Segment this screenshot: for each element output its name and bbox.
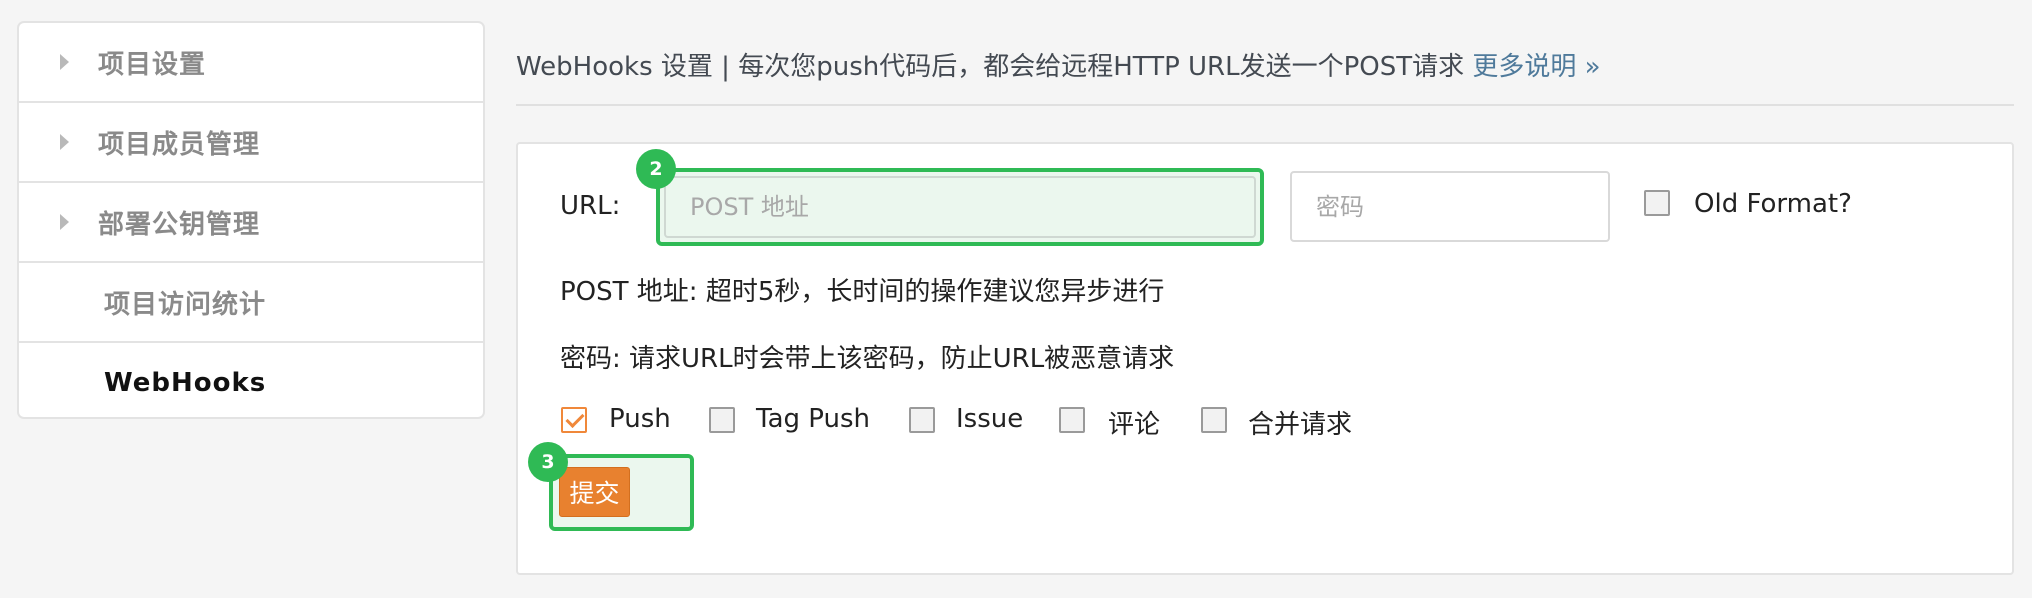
sidebar-item-project-settings[interactable]: 项目设置 — [19, 23, 483, 103]
password-help-text: 密码: 请求URL时会带上该密码，防止URL被恶意请求 — [560, 344, 1175, 374]
event-tag-push-checkbox[interactable] — [709, 407, 735, 433]
event-merge-request-label: 合并请求 — [1248, 410, 1353, 440]
caret-right-icon — [60, 54, 69, 70]
old-format-label: Old Format? — [1694, 189, 1852, 219]
step-badge: 3 — [528, 442, 568, 482]
sidebar-item-webhooks[interactable]: WebHooks — [19, 343, 483, 417]
sidebar-item-label: 项目成员管理 — [98, 129, 261, 160]
event-push-checkbox[interactable] — [561, 407, 587, 433]
url-label: URL: — [560, 191, 621, 221]
caret-right-icon — [60, 214, 69, 230]
event-issue-label: Issue — [956, 404, 1024, 434]
header-divider — [516, 104, 2014, 106]
more-info-link[interactable]: 更多说明 » — [1472, 52, 1600, 82]
page-title: WebHooks 设置 | 每次您push代码后，都会给远程HTTP URL发送… — [516, 52, 1465, 82]
event-comment-label: 评论 — [1108, 410, 1161, 440]
caret-right-icon — [60, 134, 69, 150]
url-input[interactable] — [664, 176, 1256, 238]
sidebar-item-label: 部署公钥管理 — [98, 209, 261, 240]
step-badge: 2 — [636, 149, 676, 189]
event-merge-request-checkbox[interactable] — [1201, 407, 1227, 433]
event-push-label: Push — [609, 404, 671, 434]
password-input[interactable] — [1290, 171, 1610, 242]
event-comment-checkbox[interactable] — [1059, 407, 1085, 433]
sidebar-item-members[interactable]: 项目成员管理 — [19, 103, 483, 183]
url-help-text: POST 地址: 超时5秒，长时间的操作建议您异步进行 — [560, 277, 1165, 307]
settings-sidebar: 项目设置 项目成员管理 部署公钥管理 项目访问统计 WebHooks — [17, 21, 485, 419]
event-issue-checkbox[interactable] — [909, 407, 935, 433]
event-tag-push-label: Tag Push — [756, 404, 871, 434]
sidebar-item-label: 项目访问统计 — [104, 289, 267, 320]
sidebar-item-deploy-keys[interactable]: 部署公钥管理 — [19, 183, 483, 263]
page-header: WebHooks 设置 | 每次您push代码后，都会给远程HTTP URL发送… — [516, 46, 1601, 83]
sidebar-item-access-stats[interactable]: 项目访问统计 — [19, 263, 483, 343]
old-format-checkbox[interactable] — [1644, 190, 1670, 216]
submit-button[interactable]: 提交 — [559, 467, 630, 517]
sidebar-item-label: WebHooks — [104, 368, 267, 398]
sidebar-item-label: 项目设置 — [98, 49, 207, 80]
